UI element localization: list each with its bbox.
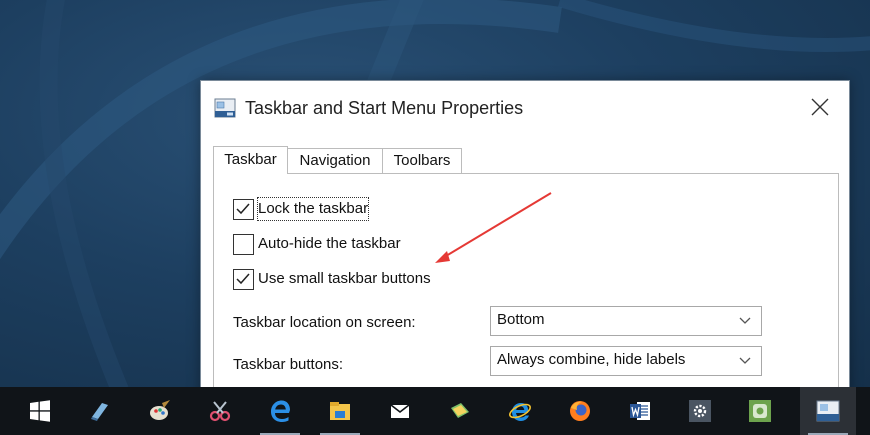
taskbar-settings[interactable] — [672, 387, 728, 435]
location-label: Taskbar location on screen: — [233, 314, 416, 331]
tab-navigation[interactable]: Navigation — [286, 148, 384, 173]
internet-explorer-icon — [509, 403, 531, 421]
file-explorer-icon — [330, 402, 350, 420]
start-button[interactable] — [12, 387, 68, 435]
firefox-icon — [570, 401, 590, 421]
taskbar-internet-explorer[interactable] — [492, 387, 548, 435]
close-icon — [811, 98, 829, 116]
taskbar-photos[interactable] — [432, 387, 488, 435]
dialog-title: Taskbar and Start Menu Properties — [245, 98, 524, 118]
taskbar-app[interactable] — [732, 387, 788, 435]
taskbar-edge[interactable] — [252, 387, 308, 435]
taskbar-snipping-tool[interactable] — [192, 387, 248, 435]
checkbox-box[interactable] — [233, 199, 254, 220]
checkbox-box[interactable] — [233, 234, 254, 255]
app-icon — [749, 400, 771, 422]
taskbar-properties-icon — [214, 98, 236, 118]
taskbar-properties-icon — [816, 400, 840, 422]
taskbar-properties-window[interactable] — [800, 387, 856, 435]
taskbar-paint[interactable] — [132, 387, 188, 435]
lock-taskbar-label[interactable]: Lock the taskbar — [256, 197, 370, 221]
mail-icon — [390, 404, 410, 418]
taskbar-buttons-value: Always combine, hide labels — [497, 351, 686, 368]
taskbar-properties-dialog: Taskbar and Start Menu Properties Taskba… — [200, 80, 850, 415]
chevron-down-icon — [739, 357, 751, 364]
taskbar — [0, 387, 870, 435]
taskbar-buttons-label: Taskbar buttons: — [233, 356, 344, 373]
paint-icon — [150, 400, 170, 420]
location-value: Bottom — [497, 311, 545, 328]
tab-toolbars[interactable]: Toolbars — [382, 148, 462, 173]
dialog-titlebar[interactable]: Taskbar and Start Menu Properties — [201, 81, 849, 137]
taskbar-tab-panel: Lock the taskbar Auto-hide the taskbar U… — [213, 173, 839, 415]
chevron-down-icon — [739, 317, 751, 324]
checkmark-icon — [236, 273, 250, 285]
small-buttons-label[interactable]: Use small taskbar buttons — [258, 268, 431, 290]
taskbar-mail[interactable] — [372, 387, 428, 435]
taskbar-buttons-dropdown[interactable]: Always combine, hide labels — [490, 346, 762, 376]
checkbox-box[interactable] — [233, 269, 254, 290]
taskbar-file-explorer[interactable] — [312, 387, 368, 435]
taskbar-firefox[interactable] — [552, 387, 608, 435]
notepad-icon — [91, 403, 108, 421]
tab-taskbar[interactable]: Taskbar — [213, 146, 288, 174]
settings-icon — [689, 400, 711, 422]
taskbar-notepad[interactable] — [72, 387, 128, 435]
taskbar-word[interactable] — [612, 387, 668, 435]
close-button[interactable] — [793, 81, 849, 137]
word-icon — [630, 402, 650, 420]
location-dropdown[interactable]: Bottom — [490, 306, 762, 336]
edge-icon — [271, 400, 290, 422]
photos-icon — [451, 403, 469, 418]
checkmark-icon — [236, 203, 250, 215]
windows-start-icon — [30, 400, 50, 422]
snipping-tool-icon — [209, 401, 231, 422]
auto-hide-label[interactable]: Auto-hide the taskbar — [258, 233, 401, 255]
